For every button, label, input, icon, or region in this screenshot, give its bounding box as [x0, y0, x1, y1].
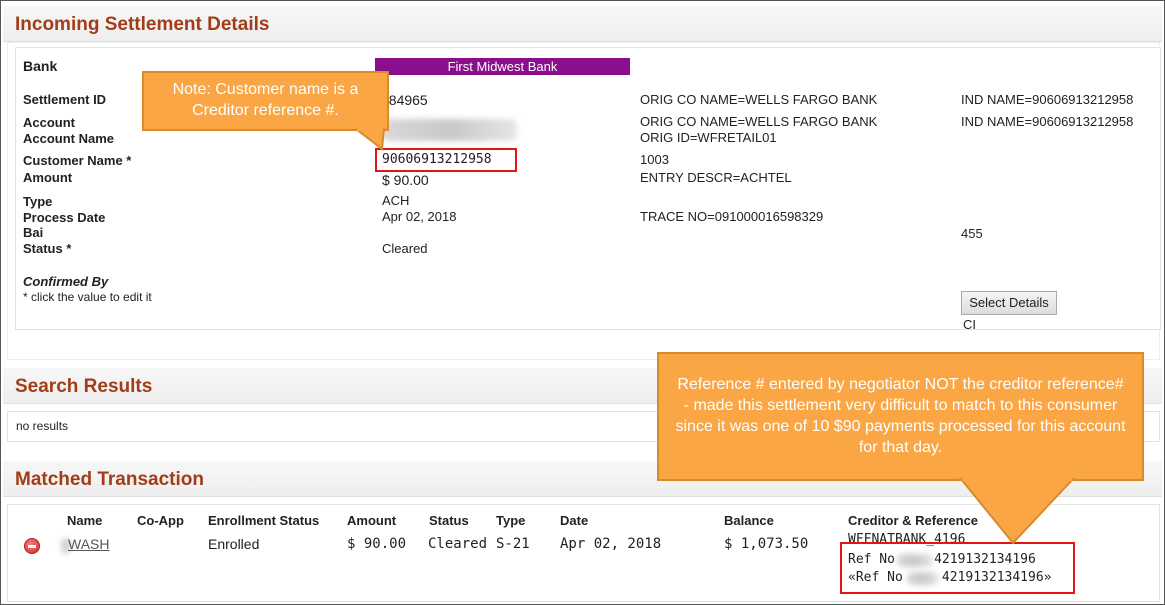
confirmed-by-label: Confirmed By [23, 274, 109, 289]
incoming-settlement-header: Incoming Settlement Details [3, 6, 1162, 42]
customer-name-highlight [375, 148, 517, 172]
entry-descr: ENTRY DESCR=ACHTEL [640, 170, 792, 185]
ind-name-1: IND NAME=90606913212958 [961, 92, 1134, 107]
trace-no: TRACE NO=091000016598329 [640, 209, 824, 224]
row-status: Cleared [428, 536, 488, 552]
row-type: S-21 [496, 536, 530, 552]
type-value[interactable]: ACH [382, 193, 409, 208]
detail-1003: 1003 [640, 152, 669, 167]
bank-value[interactable]: First Midwest Bank [375, 58, 630, 75]
orig-co-name-2: ORIG CO NAME=WELLS FARGO BANK [640, 114, 878, 129]
ci-text: CI [963, 317, 976, 332]
amount-value[interactable]: $ 90.00 [382, 172, 429, 188]
type-label: Type [23, 194, 53, 209]
edit-hint: * click the value to edit it [23, 290, 152, 304]
col-balance: Balance [724, 513, 774, 528]
customer-name-label: Customer Name * [23, 153, 132, 168]
row-date: Apr 02, 2018 [560, 536, 662, 552]
account-name-label: Account Name [23, 131, 115, 146]
incoming-settlement-title: Incoming Settlement Details [15, 14, 270, 35]
matched-transaction-title: Matched Transaction [15, 469, 204, 490]
col-amount: Amount [347, 513, 397, 528]
status-value[interactable]: Cleared [382, 241, 428, 256]
screenshot-frame: Incoming Settlement Details Bank First M… [0, 0, 1165, 605]
col-date: Date [560, 513, 589, 528]
amount-label: Amount [23, 170, 73, 185]
customer-name-note: Note: Customer name is a Creditor refere… [142, 71, 389, 131]
row-balance: $ 1,073.50 [724, 536, 809, 552]
search-results-title: Search Results [15, 376, 153, 397]
orig-co-name-1: ORIG CO NAME=WELLS FARGO BANK [640, 92, 878, 107]
select-details-button[interactable]: Select Details [961, 291, 1057, 315]
customer-name-note-pointer [356, 127, 386, 151]
process-date-label: Process Date [23, 210, 106, 225]
reference-highlight [840, 542, 1075, 594]
col-type: Type [496, 513, 526, 528]
reference-note-pointer [958, 477, 1076, 545]
code-455: 455 [961, 226, 983, 241]
account-label: Account [23, 115, 75, 130]
row-amount: $ 90.00 [347, 536, 407, 552]
settlement-id-label: Settlement ID [23, 92, 107, 107]
col-enrollment-status: Enrollment Status [208, 513, 320, 528]
orig-id: ORIG ID=WFRETAIL01 [640, 130, 777, 145]
no-results-text: no results [16, 419, 69, 433]
row-enrollment-status: Enrolled [208, 536, 260, 552]
ind-name-2: IND NAME=90606913212958 [961, 114, 1134, 129]
col-co-app: Co-App [137, 513, 184, 528]
account-value-redacted [383, 119, 517, 141]
reference-note: Reference # entered by negotiator NOT th… [657, 352, 1144, 481]
col-name: Name [67, 513, 103, 528]
row-name-link[interactable]: WASH [68, 536, 109, 552]
status-label: Status * [23, 241, 72, 256]
remove-icon[interactable] [24, 538, 40, 554]
col-status: Status [429, 513, 469, 528]
bai-label: Bai [23, 225, 44, 240]
process-date-value[interactable]: Apr 02, 2018 [382, 209, 456, 224]
bank-label: Bank [23, 58, 58, 74]
